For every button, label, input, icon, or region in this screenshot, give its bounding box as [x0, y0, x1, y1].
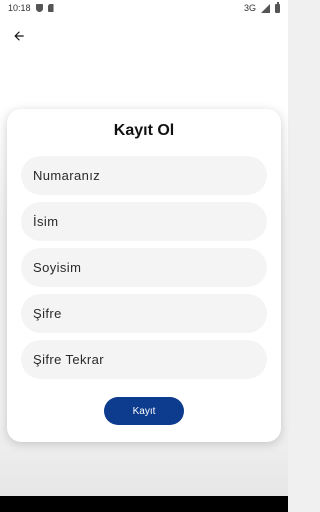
surname-field[interactable] [21, 248, 267, 287]
navigation-bar [0, 496, 288, 512]
signal-icon [261, 3, 270, 13]
network-type: 3G [243, 3, 256, 13]
phone-number-field[interactable] [21, 156, 267, 195]
password-field[interactable] [21, 294, 267, 333]
arrow-left-icon [14, 31, 24, 41]
status-left: 10:18 [8, 3, 54, 13]
password-repeat-field[interactable] [21, 340, 267, 379]
status-right: 3G [243, 2, 280, 13]
register-button[interactable]: Kayıt [104, 397, 184, 425]
app-area: Kayıt Ol Kayıt [0, 16, 288, 496]
name-field[interactable] [21, 202, 267, 241]
form-title: Kayıt Ol [113, 122, 175, 139]
sim-card-icon [47, 4, 54, 12]
shield-icon [35, 4, 43, 12]
status-bar: 10:18 3G [0, 0, 288, 16]
battery-icon [275, 2, 280, 13]
back-button[interactable] [9, 26, 29, 46]
register-card: Kayıt Ol Kayıt [7, 109, 281, 442]
status-time: 10:18 [8, 3, 31, 13]
